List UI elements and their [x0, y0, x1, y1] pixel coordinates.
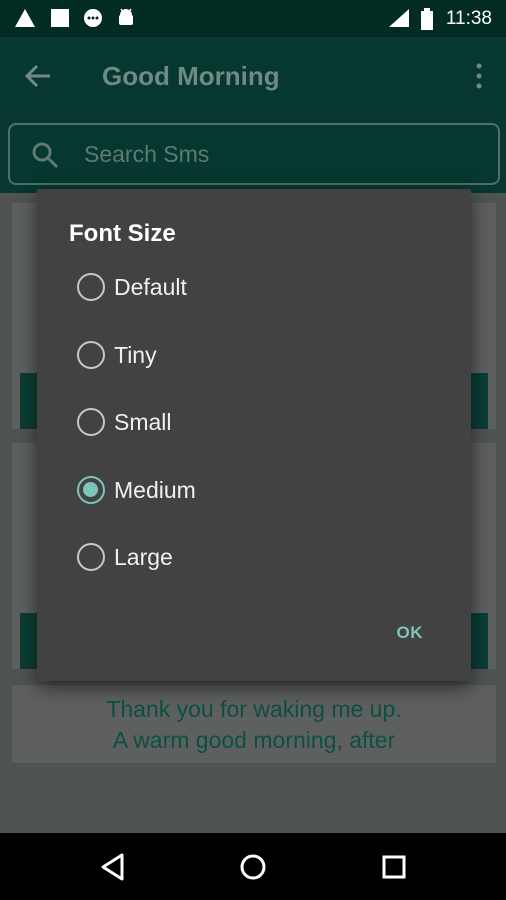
status-bar: 11:38 [0, 0, 506, 37]
search-area [0, 115, 506, 193]
radio-button[interactable] [77, 273, 105, 301]
radio-label: Large [114, 544, 173, 570]
radio-label: Default [114, 274, 187, 300]
recents-square-icon[interactable] [377, 850, 411, 884]
chat-icon [84, 9, 102, 27]
radio-button[interactable] [77, 408, 105, 436]
radio-label: Medium [114, 477, 196, 503]
sms-text-line: A warm good morning, after [112, 727, 396, 753]
font-size-dialog: Font Size Default Tiny Small Medium Larg… [37, 189, 471, 681]
navigation-bar [0, 833, 506, 900]
radio-option-medium[interactable]: Medium [75, 467, 435, 513]
ok-button[interactable]: OK [397, 623, 424, 643]
square-icon [51, 9, 69, 27]
search-icon [32, 142, 59, 169]
battery-icon [421, 8, 433, 30]
arrow-back-icon[interactable] [22, 61, 56, 91]
radio-option-small[interactable]: Small [75, 399, 435, 445]
card-action-left [20, 613, 38, 669]
home-circle-icon[interactable] [236, 850, 270, 884]
radio-option-default[interactable]: Default [75, 264, 435, 310]
more-vert-icon[interactable] [472, 61, 486, 91]
dialog-title: Font Size [69, 220, 176, 247]
sms-text-line: Thank you for waking me up. [106, 696, 402, 722]
warning-icon [15, 9, 35, 27]
card-action-left [20, 373, 38, 429]
app-bar: Good Morning [0, 37, 506, 115]
radio-button[interactable] [77, 341, 105, 369]
radio-option-tiny[interactable]: Tiny [75, 332, 435, 378]
radio-button-selected[interactable] [77, 476, 105, 504]
signal-icon [389, 9, 409, 27]
radio-option-large[interactable]: Large [75, 534, 435, 580]
radio-label: Small [114, 409, 172, 435]
radio-button[interactable] [77, 543, 105, 571]
card-action-right [470, 373, 488, 429]
status-time: 11:38 [445, 8, 492, 29]
card-action-right [470, 613, 488, 669]
android-icon [119, 8, 133, 25]
back-triangle-icon[interactable] [96, 850, 130, 884]
sms-card-text: Thank you for waking me up. A warm good … [12, 685, 496, 763]
search-input[interactable] [84, 137, 464, 171]
radio-label: Tiny [114, 342, 157, 368]
search-box[interactable] [8, 123, 500, 185]
page-title: Good Morning [102, 61, 280, 91]
